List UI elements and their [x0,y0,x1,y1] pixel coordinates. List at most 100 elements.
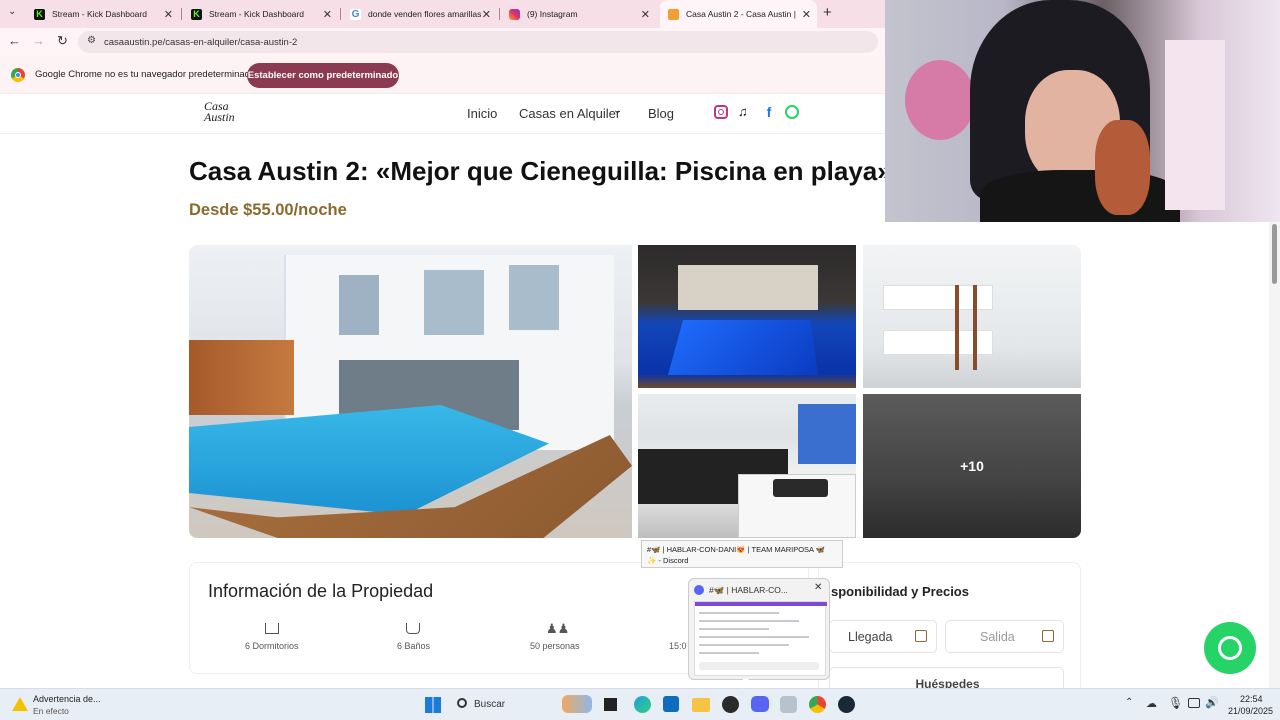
windows-taskbar: Advertencia de... En efecto Buscar ⌃ ☁ 🎙… [0,688,1280,720]
infobar-message: Google Chrome no es tu navegador predete… [35,69,256,80]
departure-label: Salida [980,630,1015,644]
facebook-icon[interactable]: f [762,105,776,119]
new-tab-icon[interactable]: + [823,4,832,21]
booking-card: sponibilidad y Precios Llegada Salida Hu… [818,562,1081,702]
site-header: Casa Austin Inicio Casas en Alquiler ⌄ B… [0,94,885,134]
whatsapp-float-button[interactable] [1204,622,1256,674]
people-icon: ♟♟ [546,621,570,636]
steam-icon[interactable] [838,696,855,713]
microphone-icon[interactable]: 🎙 [1168,696,1183,710]
set-default-button[interactable]: Establecer como predeterminado [247,63,399,88]
calendar-icon [1042,630,1054,642]
arrival-label: Llegada [848,630,893,644]
gallery-photo-bunk-room[interactable] [863,245,1081,388]
windows-start-icon[interactable] [425,697,441,713]
tab-title: Stream - Kick Dashboard [52,9,147,19]
file-explorer-icon[interactable] [692,698,710,712]
nav-inicio[interactable]: Inicio [467,106,497,121]
obs-icon[interactable] [722,696,739,713]
page-scrollbar[interactable] [1269,222,1280,688]
tab-instagram[interactable]: (9) Instagram ✕ [501,0,658,28]
tab-kick-dashboard-2[interactable]: K Stream - Kick Dashboard ✕ [183,0,340,28]
gallery-photo-more[interactable]: +10 [863,394,1081,538]
weather-warning-title[interactable]: Advertencia de... [33,694,101,704]
search-icon[interactable] [457,698,467,708]
mouse-cursor-icon [743,679,749,689]
discord-icon [694,585,704,595]
url-text: casaaustin.pe/casas-en-alquiler/casa-aus… [104,36,298,48]
clock-date[interactable]: 21/09/2025 [1228,706,1273,716]
tab-title: Casa Austin 2 - Casa Austin | Ca [686,9,798,19]
nav-blog[interactable]: Blog [648,106,674,121]
webcam-overlay [885,0,1280,222]
volume-icon[interactable]: 🔊 [1205,696,1219,709]
chevron-down-icon: ⌄ [613,105,622,116]
forward-icon[interactable]: → [32,33,45,48]
task-view-icon[interactable] [604,698,617,711]
gallery-photo-pool-night[interactable] [638,245,856,388]
url-bar[interactable]: ⚙ casaaustin.pe/casas-en-alquiler/casa-a… [78,31,878,53]
instagram-favicon-icon [509,8,520,20]
display-icon[interactable] [1188,698,1200,708]
tab-title: Stream - Kick Dashboard [209,9,304,19]
page-title: Casa Austin 2: «Mejor que Cieneguilla: P… [189,156,892,186]
tooltip-line-1: #🦋 | HABLAR-CON-DANI😻 | TEAM MARIPOSA 🦋 [647,545,826,554]
network-icon[interactable]: ☁ [1146,697,1157,710]
departure-date-input[interactable]: Salida [945,620,1064,653]
taskbar-tooltip: #🦋 | HABLAR-CON-DANI😻 | TEAM MARIPOSA 🦋 … [641,540,843,568]
chrome-logo-icon [11,68,25,82]
arrival-date-input[interactable]: Llegada [829,620,937,653]
close-tab-icon[interactable]: ✕ [323,8,332,21]
kick-favicon-icon: K [191,8,202,20]
close-preview-icon[interactable]: ✕ [814,582,822,593]
preview-title: #🦋 | HABLAR-CO... [709,585,788,595]
discord-taskbar-icon[interactable] [751,696,769,712]
back-icon[interactable]: ← [8,33,21,48]
tray-chevron-icon[interactable]: ⌃ [1125,697,1133,708]
reload-icon[interactable]: ↻ [57,33,68,49]
gallery-photo-kitchen[interactable] [638,394,856,538]
whatsapp-icon [1218,636,1242,660]
tab-kick-dashboard-1[interactable]: K Stream - Kick Dashboard ✕ [26,0,181,28]
preview-thumbnail [694,601,827,676]
weather-warning-sub: En efecto [33,706,69,716]
tiktok-icon[interactable]: ♫ [738,105,752,119]
instagram-icon[interactable] [714,105,728,119]
casa-austin-favicon-icon [668,8,679,20]
bath-icon [406,623,420,634]
site-info-icon[interactable]: ⚙ [87,35,96,46]
close-tab-icon[interactable]: ✕ [802,8,811,21]
close-tab-icon[interactable]: ✕ [482,8,491,21]
property-info-title: Información de la Propiedad [208,581,434,601]
clock-time[interactable]: 22:54 [1240,694,1263,704]
kick-favicon-icon: K [34,8,45,20]
gallery-more-count: +10 [960,458,984,474]
google-favicon-icon: G [350,8,361,20]
address-toolbar: ← → ↻ ⚙ casaaustin.pe/casas-en-alquiler/… [0,28,885,56]
warning-icon [12,697,28,711]
browser-tab-strip: ⌄ K Stream - Kick Dashboard ✕ K Stream -… [0,0,885,28]
site-logo[interactable]: Casa Austin [204,100,244,123]
whatsapp-header-icon[interactable] [785,105,799,119]
tab-title: donde venden flores amarillas [368,9,482,19]
chrome-taskbar-icon[interactable] [809,696,826,713]
store-icon[interactable] [663,696,679,712]
price-per-night: Desde $55.00/noche [189,201,347,219]
tab-list-chevron-icon[interactable]: ⌄ [8,6,16,17]
booking-title: sponibilidad y Precios [831,584,969,599]
default-browser-infobar: Google Chrome no es tu navegador predete… [0,56,885,94]
search-highlight-icon [562,695,592,713]
gallery-main-photo[interactable] [189,245,632,538]
tab-google-search[interactable]: G donde venden flores amarillas ✕ [342,0,499,28]
close-tab-icon[interactable]: ✕ [164,8,173,21]
taskbar-search[interactable]: Buscar [474,699,505,710]
discord-window-preview[interactable]: #🦋 | HABLAR-CO... ✕ [688,578,830,680]
app-icon[interactable] [780,696,797,713]
close-tab-icon[interactable]: ✕ [641,8,650,21]
tab-casa-austin[interactable]: Casa Austin 2 - Casa Austin | Ca ✕ [660,0,817,28]
feature-capacity: 50 personas [530,641,580,651]
nav-casas-en-alquiler[interactable]: Casas en Alquiler [519,106,620,121]
feature-bedrooms: 6 Dormitorios [245,641,299,651]
tab-title: (9) Instagram [527,9,578,19]
edge-icon[interactable] [634,696,651,713]
